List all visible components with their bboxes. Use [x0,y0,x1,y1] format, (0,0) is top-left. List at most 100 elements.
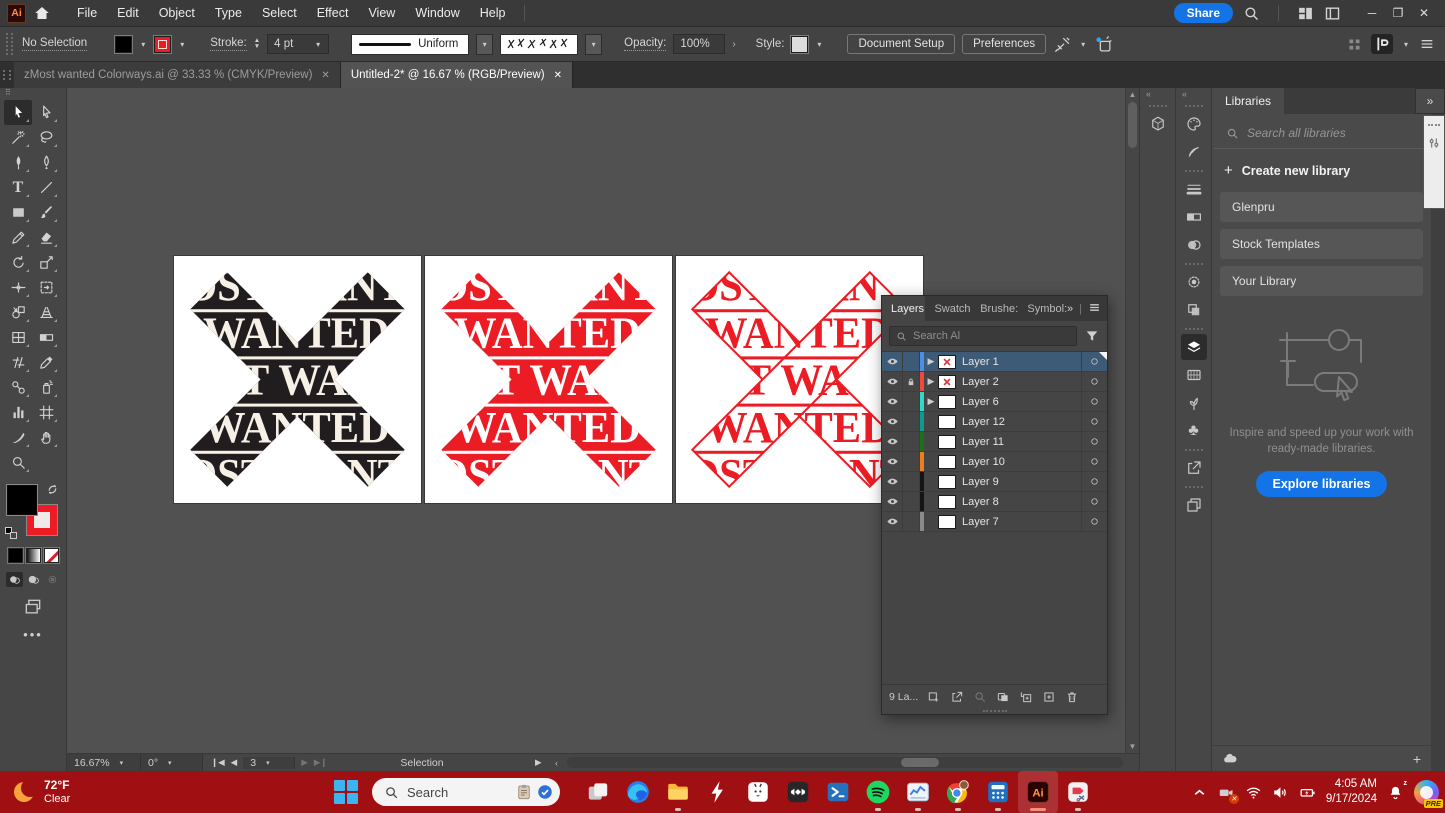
layer-row[interactable]: Layer 11 [882,432,1107,452]
layer-name[interactable]: Layer 9 [962,476,1081,488]
stroke-color-swatch[interactable] [153,34,173,54]
style-chevron[interactable]: ▾ [815,38,823,51]
layer-name[interactable]: Layer 11 [962,436,1081,448]
menu-type[interactable]: Type [205,0,252,27]
target-circle-icon[interactable] [1081,392,1107,411]
zoom-level-dropdown[interactable]: 16.67% ▾ [67,754,141,771]
layer-name[interactable]: Layer 6 [962,396,1081,408]
filter-funnel-icon[interactable] [1084,328,1100,344]
layer-thumbnail[interactable] [938,514,956,529]
free-transform-tool[interactable] [32,275,60,300]
search-icon[interactable] [1243,5,1260,22]
layer-name[interactable]: Layer 10 [962,456,1081,468]
default-fill-stroke-icon[interactable] [5,527,17,539]
pen-tool[interactable] [4,150,32,175]
stroke-weight-dropdown[interactable]: 4 pt ▾ [267,34,330,54]
close-button[interactable]: ✕ [1411,6,1437,20]
selection-tool[interactable] [4,100,32,125]
pencil-tool[interactable] [4,225,32,250]
add-library-item-icon[interactable]: + [1413,751,1421,767]
snap-chevron[interactable]: ▾ [1079,38,1087,51]
notification-bell-icon[interactable]: z [1387,780,1407,801]
status-arrow-icon[interactable]: ▶ [535,757,542,768]
none-mode-button[interactable] [42,547,60,564]
clipchamp-taskbar-icon[interactable] [1058,771,1098,813]
visibility-eye-icon[interactable] [882,412,903,431]
opacity-arrow[interactable]: › [732,39,735,50]
smart-guides-icon[interactable] [1094,35,1113,54]
camera-muted-icon[interactable]: ✕ [1218,784,1239,804]
menu-window[interactable]: Window [405,0,469,27]
libraries-search-input[interactable]: Search all libraries [1214,114,1429,149]
menu-effect[interactable]: Effect [307,0,359,27]
delete-layer-icon[interactable] [1065,690,1079,704]
curvature-tool[interactable] [32,150,60,175]
first-artboard-icon[interactable]: ❙◀ [211,757,225,768]
shear-tool[interactable] [4,350,32,375]
layer-name[interactable]: Layer 1 [962,356,1081,368]
expand-chevron-icon[interactable]: ▶ [924,356,938,367]
panel-menu-icon[interactable] [1419,36,1435,52]
eyedropper-tool[interactable] [32,350,60,375]
stroke-panel-icon[interactable] [1181,176,1207,202]
spotify-taskbar-icon[interactable] [858,771,898,813]
visibility-eye-icon[interactable] [882,492,903,511]
explore-libraries-button[interactable]: Explore libraries [1255,471,1388,498]
scroll-down-icon[interactable]: ▼ [1129,742,1137,751]
menu-object[interactable]: Object [149,0,205,27]
bolt-taskbar-icon[interactable] [698,771,738,813]
monitor-taskbar-icon[interactable] [898,771,938,813]
tab-symbol[interactable]: Symbol: [1018,296,1067,321]
battery-icon[interactable] [1299,784,1316,801]
file-explorer-taskbar-icon[interactable] [658,771,698,813]
tab-brushe[interactable]: Brushe: [971,296,1018,321]
layer-thumbnail[interactable] [938,374,956,389]
zoom-tool[interactable] [4,450,32,475]
tab-libraries[interactable]: Libraries [1212,88,1285,114]
symbol-sprayer-tool[interactable] [32,375,60,400]
status-collapse-icon[interactable]: ‹ [555,758,558,768]
llama-taskbar-icon[interactable] [738,771,778,813]
home-icon[interactable] [33,4,51,22]
target-circle-icon[interactable] [1081,512,1107,531]
panel-grip[interactable] [6,33,13,55]
preferences-button[interactable]: Preferences [962,34,1047,54]
shape-builder-tool[interactable] [4,300,32,325]
layer-name[interactable]: Layer 2 [962,376,1081,388]
blend-tool[interactable] [4,375,32,400]
prev-artboard-icon[interactable]: ◀ [231,757,238,768]
menu-view[interactable]: View [358,0,405,27]
horizontal-scrollbar[interactable] [567,757,1123,768]
target-circle-icon[interactable] [1081,412,1107,431]
copilot-icon[interactable]: PRE [1414,779,1443,808]
3d-materials-panel-icon[interactable] [1145,111,1171,137]
layer-row[interactable]: Layer 10 [882,452,1107,472]
menu-file[interactable]: File [67,0,107,27]
brush-chevron[interactable]: ▾ [585,33,603,55]
document-tab-2[interactable]: Untitled-2* @ 16.67 % (RGB/Preview) ✕ [340,62,574,88]
scale-tool[interactable] [32,250,60,275]
collapsed-properties-panel[interactable] [1423,115,1445,209]
hand-tool[interactable] [32,425,60,450]
artboards-panel-icon[interactable] [1181,492,1207,518]
layer-thumbnail[interactable] [938,494,956,509]
new-layer-icon[interactable] [1042,690,1056,704]
opacity-label[interactable]: Opacity: [624,37,667,51]
brushes-panel-icon[interactable] [1181,390,1207,416]
transparency-panel-icon[interactable] [1181,232,1207,258]
gradient-panel-icon[interactable] [1181,204,1207,230]
illustrator-taskbar-icon[interactable]: Ai [1018,771,1058,813]
paintbrush-tool[interactable] [32,200,60,225]
expand-chevron-icon[interactable]: ▶ [924,396,938,407]
target-circle-icon[interactable] [1081,492,1107,511]
snap-options-icon[interactable] [1053,35,1072,54]
layer-name[interactable]: Layer 8 [962,496,1081,508]
tab-swatch[interactable]: Swatch [925,296,971,321]
make-clipping-mask-icon[interactable] [996,690,1010,704]
scroll-up-icon[interactable]: ▲ [1129,90,1137,99]
target-circle-icon[interactable] [1081,432,1107,451]
dock-grip[interactable] [1148,105,1167,107]
lock-icon[interactable] [903,412,920,431]
edge-taskbar-icon[interactable] [618,771,658,813]
draw-behind-icon[interactable] [25,572,42,587]
